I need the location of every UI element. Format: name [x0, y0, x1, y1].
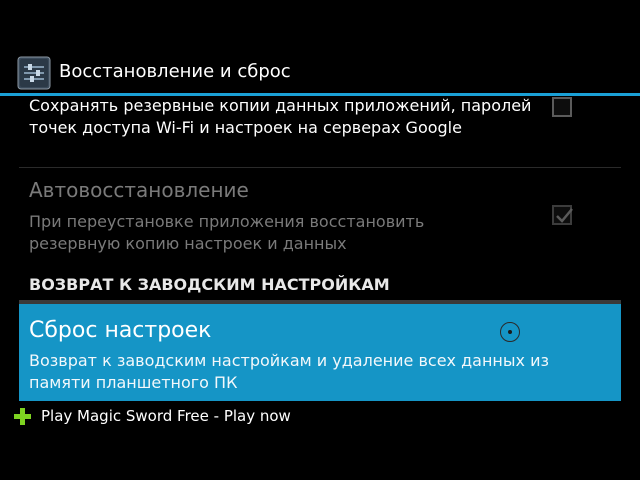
- action-bar: Восстановление и сброс: [0, 52, 640, 94]
- screen: Восстановление и сброс Сохранять резервн…: [0, 0, 640, 480]
- list-divider: [19, 167, 621, 168]
- touch-cursor-icon: [500, 322, 520, 342]
- plus-icon: [12, 406, 32, 426]
- backup-data-preference[interactable]: Сохранять резервные копии данных приложе…: [19, 95, 621, 139]
- auto-restore-checkbox[interactable]: [552, 205, 573, 225]
- factory-reset-item[interactable]: Сброс настроек Возврат к заводским настр…: [19, 304, 621, 401]
- checkmark-icon: [556, 208, 573, 223]
- backup-data-summary: Сохранять резервные копии данных приложе…: [29, 96, 532, 137]
- ad-text: Play Magic Sword Free - Play now: [41, 407, 291, 425]
- auto-restore-preference[interactable]: Автовосстановление При переустановке при…: [19, 178, 621, 255]
- auto-restore-title: Автовосстановление: [29, 178, 249, 202]
- backup-data-checkbox[interactable]: [552, 97, 572, 117]
- page-title: Восстановление и сброс: [59, 61, 291, 82]
- factory-reset-summary: Возврат к заводским настройкам и удалени…: [29, 351, 549, 392]
- factory-reset-section-header: ВОЗВРАТ К ЗАВОДСКИМ НАСТРОЙКАМ: [29, 275, 390, 294]
- factory-reset-title: Сброс настроек: [29, 318, 212, 343]
- settings-sliders-icon[interactable]: [17, 56, 51, 90]
- auto-restore-summary: При переустановке приложения восстановит…: [29, 212, 425, 253]
